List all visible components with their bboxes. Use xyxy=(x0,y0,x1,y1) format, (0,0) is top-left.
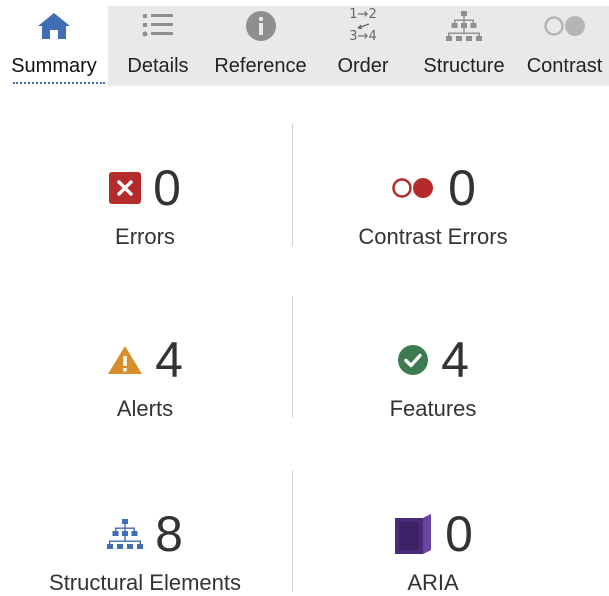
tab-bar: Summary Details Reference 1→2 3→4 Order … xyxy=(0,0,609,86)
structure-icon xyxy=(414,10,514,42)
aria-icon xyxy=(393,514,433,554)
tab-label-reference: Reference xyxy=(214,55,307,77)
tab-summary[interactable]: Summary xyxy=(0,0,108,86)
contrast-icon xyxy=(522,10,607,42)
order-icon-top: 1→2 xyxy=(349,7,377,22)
features-label: Features xyxy=(389,396,477,421)
contrast-error-icon xyxy=(390,176,436,200)
list-icon xyxy=(108,10,208,42)
structural-elements-count: 8 xyxy=(155,506,183,562)
aria-label: ARIA xyxy=(407,570,459,595)
aria-count: 0 xyxy=(445,506,473,562)
structural-elements-label: Structural Elements xyxy=(49,570,241,595)
contrast-errors-label: Contrast Errors xyxy=(358,224,508,249)
alert-icon xyxy=(107,344,143,376)
home-icon xyxy=(0,10,108,42)
tab-structure[interactable]: Structure xyxy=(414,0,514,86)
order-icon-bottom: 3→4 xyxy=(349,29,377,44)
tab-reference[interactable]: Reference xyxy=(208,0,313,86)
tab-label-structure: Structure xyxy=(423,55,505,77)
errors-count: 0 xyxy=(153,160,181,216)
alerts-count: 4 xyxy=(155,332,183,388)
errors-label: Errors xyxy=(115,224,175,249)
info-icon xyxy=(208,10,313,42)
tab-contrast[interactable]: Contrast xyxy=(522,0,607,86)
order-icon: 1→2 3→4 xyxy=(318,7,408,44)
tab-details[interactable]: Details xyxy=(108,0,208,86)
error-icon xyxy=(109,172,142,204)
alerts-label: Alerts xyxy=(116,396,174,421)
contrast-errors-count: 0 xyxy=(448,160,476,216)
features-count: 4 xyxy=(441,332,469,388)
active-tab-indicator xyxy=(13,82,105,84)
tab-order[interactable]: 1→2 3→4 Order xyxy=(318,0,408,86)
feature-icon xyxy=(397,344,429,376)
tab-label-order: Order xyxy=(337,55,389,77)
structure-icon xyxy=(107,518,144,550)
tab-label-contrast: Contrast xyxy=(526,55,603,77)
